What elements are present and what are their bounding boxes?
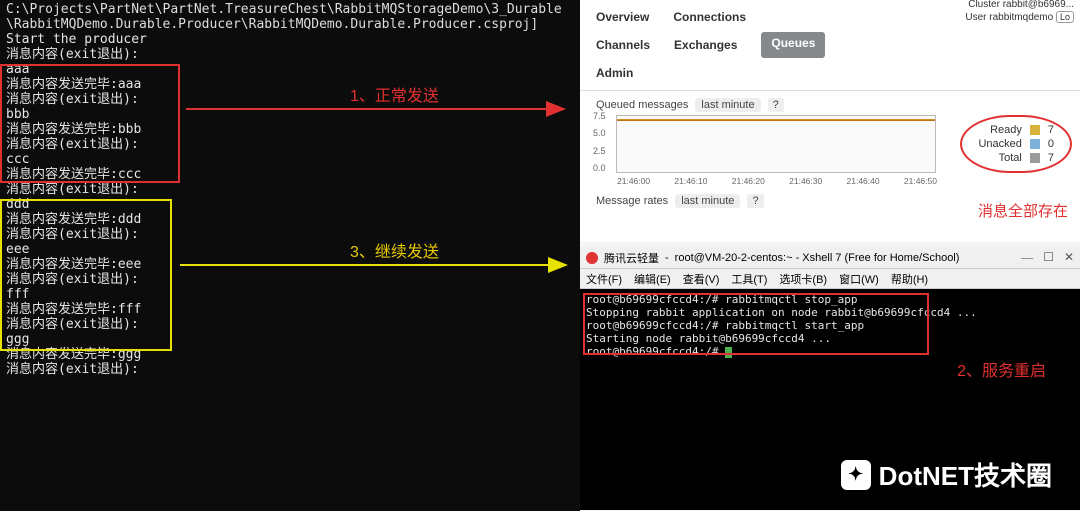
user-badge: Lo — [1056, 11, 1074, 23]
queued-chart: 7.5 5.0 2.5 0.0 21:46:00 21:46:10 21:46:… — [616, 115, 936, 173]
annotation-1: 1、正常发送 — [350, 82, 439, 106]
swatch-ready — [1030, 125, 1040, 135]
maximize-button[interactable]: ☐ — [1043, 250, 1054, 265]
shell-line: Starting node rabbit@b69699cfccd4 ... — [586, 332, 1074, 345]
xshell-body[interactable]: root@b69699cfccd4:/# rabbitmqctl stop_ap… — [580, 289, 1080, 362]
console-block-1: aaa消息内容发送完毕:aaa消息内容(exit退出):bbb消息内容发送完毕:… — [6, 62, 574, 182]
cluster-info: Cluster rabbit@b6969... User rabbitmqdem… — [965, 0, 1074, 24]
swatch-unacked — [1030, 139, 1040, 149]
annotation-3: 3、继续发送 — [350, 238, 439, 262]
shell-line: root@b69699cfccd4:/# rabbitmqctl start_a… — [586, 319, 1074, 332]
filter-last-minute[interactable]: last minute — [695, 98, 760, 112]
input-msg: ccc — [6, 152, 574, 167]
sent-msg: 消息内容发送完毕:bbb — [6, 122, 574, 137]
filter-last-minute-2[interactable]: last minute — [675, 194, 740, 208]
menu-window[interactable]: 窗口(W) — [839, 271, 879, 287]
close-button[interactable]: ✕ — [1064, 250, 1074, 265]
swatch-total — [1030, 153, 1040, 163]
menu-tabs[interactable]: 选项卡(B) — [779, 271, 827, 287]
chart-line-total — [617, 119, 935, 121]
xshell-window: 腾讯云轻量 - root@VM-20-2-centos:~ - Xshell 7… — [580, 247, 1080, 510]
tab-admin[interactable]: Admin — [596, 60, 1064, 86]
minimize-button[interactable]: — — [1021, 250, 1033, 265]
producer-terminal: C:\Projects\PartNet\PartNet.TreasureChes… — [0, 0, 580, 511]
annotation-restart: 2、服务重启 — [957, 357, 1046, 381]
sent-msg: 消息内容发送完毕:ddd — [6, 212, 574, 227]
tab-channels[interactable]: Channels — [596, 32, 650, 58]
cursor-icon — [725, 347, 732, 358]
window-title: root@VM-20-2-centos:~ - Xshell 7 (Free f… — [675, 252, 960, 264]
prompt-line: 消息内容(exit退出): — [6, 272, 574, 287]
prompt-line: 消息内容(exit退出): — [6, 92, 574, 107]
console-block-2: ddd消息内容发送完毕:ddd消息内容(exit退出):eee消息内容发送完毕:… — [6, 197, 574, 377]
app-icon — [586, 252, 598, 264]
sent-msg: 消息内容发送完毕:eee — [6, 257, 574, 272]
prompt-line: 消息内容(exit退出): — [6, 317, 574, 332]
input-msg: bbb — [6, 107, 574, 122]
sent-msg: 消息内容发送完毕:fff — [6, 302, 574, 317]
start-line: Start the producer — [6, 32, 574, 47]
menu-file[interactable]: 文件(F) — [586, 271, 622, 287]
tab-overview[interactable]: Overview — [596, 4, 649, 30]
menubar: 文件(F) 编辑(E) 查看(V) 工具(T) 选项卡(B) 窗口(W) 帮助(… — [580, 269, 1080, 289]
menu-view[interactable]: 查看(V) — [683, 271, 720, 287]
menu-help[interactable]: 帮助(H) — [891, 271, 928, 287]
tab-connections[interactable]: Connections — [673, 4, 746, 30]
queued-header: Queued messages last minute ? — [580, 95, 1080, 115]
prompt-line: 消息内容(exit退出): — [6, 362, 574, 377]
sent-msg: 消息内容发送完毕:ggg — [6, 347, 574, 362]
input-msg: fff — [6, 287, 574, 302]
titlebar[interactable]: 腾讯云轻量 - root@VM-20-2-centos:~ - Xshell 7… — [580, 247, 1080, 269]
sent-msg: 消息内容发送完毕:aaa — [6, 77, 574, 92]
annotation-all-exist: 消息全部存在 — [978, 200, 1068, 221]
prompt-line: 消息内容(exit退出): — [6, 227, 574, 242]
shell-line: root@b69699cfccd4:/# rabbitmqctl stop_ap… — [586, 293, 1074, 306]
input-msg: ddd — [6, 197, 574, 212]
sent-msg: 消息内容发送完毕:ccc — [6, 167, 574, 182]
input-msg: ggg — [6, 332, 574, 347]
rabbitmq-admin-panel: Cluster rabbit@b6969... User rabbitmqdem… — [580, 0, 1080, 242]
prompt-line: 消息内容(exit退出): — [6, 137, 574, 152]
project-path: C:\Projects\PartNet\PartNet.TreasureChes… — [6, 2, 574, 32]
y-axis-ticks: 7.5 5.0 2.5 0.0 — [593, 111, 606, 173]
menu-edit[interactable]: 编辑(E) — [634, 271, 671, 287]
help-icon[interactable]: ? — [768, 98, 784, 112]
tab-queues[interactable]: Queues — [761, 32, 825, 58]
menu-tools[interactable]: 工具(T) — [731, 271, 767, 287]
shell-line: Stopping rabbit application on node rabb… — [586, 306, 1074, 319]
prompt-line: 消息内容(exit退出): — [6, 182, 574, 197]
help-icon-2[interactable]: ? — [747, 194, 763, 208]
tab-exchanges[interactable]: Exchanges — [674, 32, 737, 58]
chart-legend: Ready7 Unacked0 Total7 — [960, 115, 1072, 173]
input-msg: eee — [6, 242, 574, 257]
input-msg: aaa — [6, 62, 574, 77]
prompt-line: 消息内容(exit退出): — [6, 47, 574, 62]
x-axis-ticks: 21:46:00 21:46:10 21:46:20 21:46:30 21:4… — [617, 176, 937, 186]
